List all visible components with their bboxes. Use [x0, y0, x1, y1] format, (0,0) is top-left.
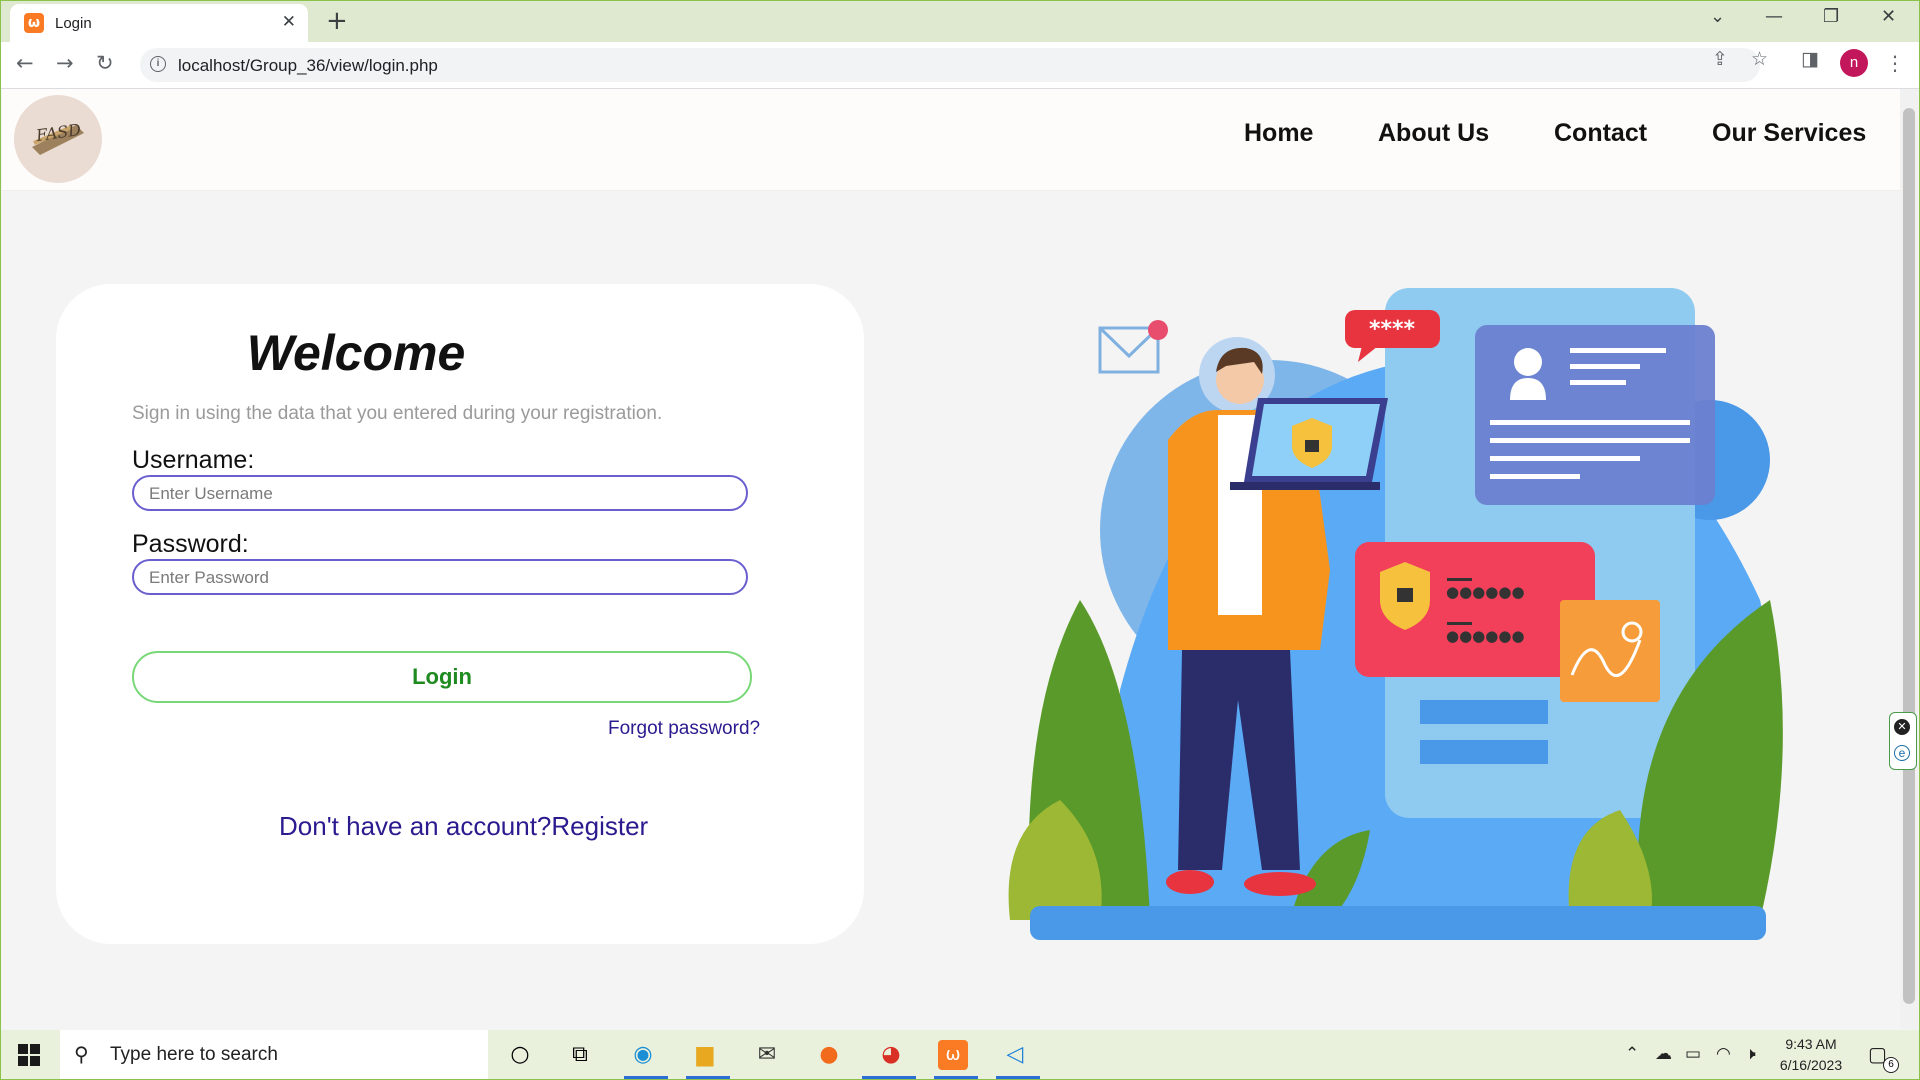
mail-app-icon[interactable]: ✉	[752, 1040, 782, 1070]
profile-head-icon	[1514, 348, 1542, 376]
site-header: FASD Home About Us Contact Our Services	[2, 89, 1900, 191]
notification-count-badge: 6	[1883, 1057, 1899, 1073]
profile-line	[1490, 456, 1640, 461]
image-card	[1560, 600, 1660, 702]
profile-line	[1490, 438, 1690, 443]
address-bar[interactable]: i localhost/Group_36/view/login.php	[140, 48, 1760, 82]
nav-our-services[interactable]: Our Services	[1712, 119, 1866, 148]
floor-base	[1030, 906, 1766, 940]
mail-notification-dot	[1148, 320, 1168, 340]
tab-title: Login	[55, 15, 92, 32]
profile-line	[1490, 420, 1690, 425]
share-icon[interactable]: ⇪	[1712, 48, 1728, 70]
username-input[interactable]: Enter Username	[132, 475, 748, 511]
menu-kebab-icon[interactable]: ⋮	[1885, 51, 1905, 75]
taskbar-clock[interactable]: 9:43 AM 6/16/2023	[1776, 1034, 1846, 1076]
close-tab-icon[interactable]: ✕	[282, 12, 296, 32]
explorer-active-indicator	[686, 1076, 730, 1079]
windows-start-icon[interactable]	[18, 1044, 40, 1066]
login-subtitle: Sign in using the data that you entered …	[132, 403, 663, 424]
edge-active-indicator	[624, 1076, 668, 1079]
profile-line	[1570, 348, 1666, 353]
minimize-icon[interactable]: —	[1765, 6, 1783, 27]
chrome-active-indicator	[862, 1076, 916, 1079]
lock-body-icon	[1397, 588, 1413, 602]
man-shoe-right	[1244, 872, 1316, 896]
widget-edge-icon[interactable]: e	[1894, 745, 1910, 761]
nav-about-us[interactable]: About Us	[1378, 119, 1489, 148]
clock-date: 6/16/2023	[1779, 1057, 1843, 1073]
phone-bar	[1420, 740, 1548, 764]
restore-icon[interactable]: ❐	[1823, 6, 1839, 27]
bubble-text: ****	[1369, 317, 1416, 342]
vscode-active-indicator	[996, 1076, 1040, 1079]
url-text[interactable]: localhost/Group_36/view/login.php	[178, 56, 438, 76]
site-info-icon[interactable]: i	[150, 56, 166, 72]
battery-icon[interactable]: ▭	[1685, 1044, 1701, 1064]
back-icon[interactable]: ←	[16, 51, 34, 75]
taskbar-search-box[interactable]: ⚲ Type here to search	[60, 1030, 488, 1080]
tab-login[interactable]: ω Login ✕	[10, 4, 308, 42]
new-tab-button[interactable]: +	[326, 6, 348, 36]
browser-toolbar: ← → ↻ i localhost/Group_36/view/login.ph…	[0, 42, 1920, 89]
bubble-tail	[1358, 346, 1378, 362]
password-dash	[1447, 578, 1472, 581]
chrome-icon[interactable]: ◕	[876, 1040, 906, 1070]
taskbar-search-placeholder: Type here to search	[110, 1044, 278, 1065]
cortana-icon[interactable]: ○	[505, 1040, 535, 1070]
tab-search-chevron-icon[interactable]: ⌄	[1710, 6, 1725, 27]
wifi-icon[interactable]: ◠	[1716, 1044, 1731, 1064]
password-dash	[1447, 622, 1472, 625]
username-label: Username:	[132, 446, 255, 474]
xampp-icon: ω	[24, 13, 44, 33]
register-link[interactable]: Don't have an account?Register	[279, 811, 648, 842]
reload-icon[interactable]: ↻	[96, 51, 114, 75]
clock-time: 9:43 AM	[1785, 1036, 1837, 1052]
tray-chevron-icon[interactable]: ⌃	[1625, 1044, 1639, 1064]
laptop-base	[1230, 482, 1380, 490]
nav-contact[interactable]: Contact	[1554, 119, 1647, 148]
xampp-taskbar-icon[interactable]: ω	[938, 1040, 968, 1070]
password-input[interactable]: Enter Password	[132, 559, 748, 595]
profile-avatar[interactable]: n	[1840, 49, 1868, 77]
profile-line	[1570, 364, 1640, 369]
bookmark-star-icon[interactable]: ☆	[1751, 48, 1768, 70]
firefox-icon[interactable]: ●	[814, 1040, 844, 1070]
password-label: Password:	[132, 530, 249, 558]
windows-taskbar: ⚲ Type here to search ○ ⧉ ◉ ▆ ✉ ● ◕ ω ◁ …	[0, 1030, 1920, 1080]
file-explorer-icon[interactable]: ▆	[690, 1040, 720, 1070]
laptop-lock-icon	[1305, 440, 1319, 452]
profile-line	[1570, 380, 1626, 385]
side-panel-icon[interactable]: ◨	[1801, 48, 1819, 70]
man-shoe-left	[1166, 870, 1214, 894]
welcome-heading: Welcome	[246, 325, 466, 381]
edge-icon[interactable]: ◉	[628, 1040, 658, 1070]
site-logo[interactable]: FASD	[14, 95, 102, 183]
xampp-active-indicator	[934, 1076, 978, 1079]
profile-line	[1490, 474, 1580, 479]
forward-icon[interactable]: →	[56, 51, 74, 75]
forgot-password-link[interactable]: Forgot password?	[608, 718, 760, 740]
scrollbar-thumb[interactable]	[1903, 108, 1915, 1004]
security-illustration: **** ●●●●●● ●●●●●●	[1008, 288, 1783, 940]
username-placeholder: Enter Username	[149, 484, 273, 503]
password-dots: ●●●●●●	[1446, 627, 1525, 645]
close-window-icon[interactable]: ✕	[1881, 6, 1896, 27]
nav-home[interactable]: Home	[1244, 119, 1313, 148]
login-button[interactable]: Login	[132, 651, 752, 703]
widget-close-icon[interactable]: ✕	[1894, 719, 1910, 735]
vscode-icon[interactable]: ◁	[1000, 1040, 1030, 1070]
phone-bar	[1420, 700, 1548, 724]
task-view-icon[interactable]: ⧉	[565, 1040, 595, 1070]
volume-muted-icon[interactable]: 🕨	[1745, 1044, 1756, 1064]
onedrive-icon[interactable]: ☁	[1655, 1044, 1672, 1064]
search-icon: ⚲	[74, 1042, 89, 1066]
password-placeholder: Enter Password	[149, 568, 269, 587]
login-card: Welcome Sign in using the data that you …	[56, 284, 864, 944]
tab-strip: ω Login ✕ + ⌄ — ❐ ✕	[0, 0, 1920, 42]
extension-widget[interactable]: ✕ e	[1889, 712, 1917, 770]
